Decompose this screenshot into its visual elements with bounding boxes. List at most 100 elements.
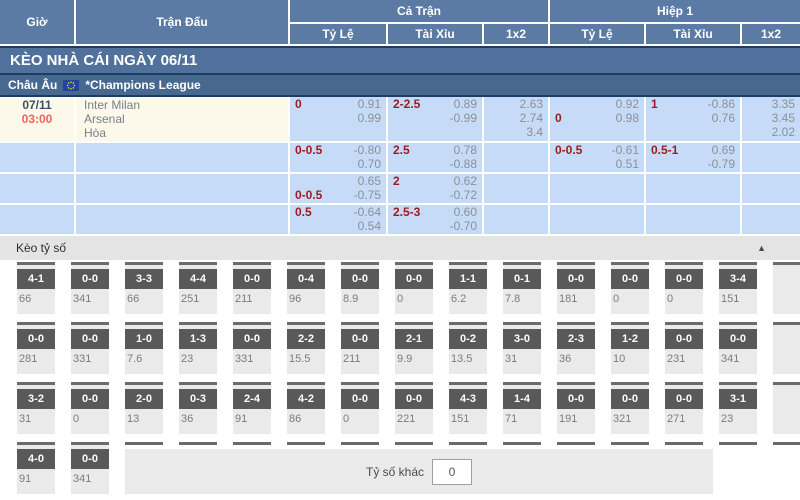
score-cell[interactable]: 0-0331 (233, 322, 271, 374)
score-cell[interactable]: 4-4251 (179, 262, 217, 314)
score-cell[interactable]: 3-031 (503, 322, 541, 374)
cell-top-border (179, 442, 217, 445)
score-odds-value: 0 (665, 289, 703, 305)
score-cell[interactable]: 0-0221 (395, 382, 433, 434)
score-cell[interactable]: 4-091 (17, 442, 55, 494)
score-cell[interactable]: 0-08.9 (341, 262, 379, 314)
odds-cell-ft-1x2[interactable]: 2.632.743.4 (484, 97, 548, 141)
odds-cell-h1-handicap[interactable]: 0-0.5-0.610.51 (550, 143, 644, 172)
score-cell[interactable]: 1-323 (179, 322, 217, 374)
score-cell[interactable]: 0-00 (341, 382, 379, 434)
score-cell[interactable]: 0-0321 (611, 382, 649, 434)
cell-top-border (503, 442, 541, 445)
score-cell[interactable]: 0-0211 (341, 322, 379, 374)
score-cell[interactable]: 0-0211 (233, 262, 271, 314)
score-cell[interactable]: 0-00 (665, 262, 703, 314)
score-cell[interactable]: 1-16.2 (449, 262, 487, 314)
score-cell[interactable]: 0-0281 (17, 322, 55, 374)
odds-row: 0-0.5-0.800.702.50.78-0.88 0-0.5-0.610.51… (0, 143, 800, 172)
odds-value: 0.60 (454, 205, 477, 219)
score-odds-value: 331 (233, 349, 271, 365)
collapse-arrow-icon[interactable]: ▲ (757, 243, 766, 253)
score-cell[interactable]: 0-496 (287, 262, 325, 314)
score-cell[interactable]: 0-213.5 (449, 322, 487, 374)
odds-cell-ft-handicap[interactable]: 0.650-0.5-0.75 (290, 174, 386, 203)
score-cell[interactable]: 0-0191 (557, 382, 595, 434)
score-odds-value: 66 (125, 289, 163, 305)
score-cell[interactable]: 0-0271 (665, 382, 703, 434)
col-header-match: Trận Đấu (76, 0, 288, 44)
odds-cell-ft-handicap[interactable]: 00.910.99 (290, 97, 386, 141)
odds-cell-h1-handicap (550, 205, 644, 234)
cell-top-border (665, 442, 703, 445)
score-odds-value: 231 (665, 349, 703, 365)
score-cell[interactable]: 0-0331 (71, 322, 109, 374)
cell-top-border (557, 382, 595, 385)
score-label: 2-4 (233, 389, 271, 409)
score-cell[interactable]: 0-00 (611, 262, 649, 314)
odds-line: 2.5-30.60 (388, 205, 482, 219)
score-cell[interactable]: 0-0231 (665, 322, 703, 374)
odds-cell-h1-handicap[interactable]: 0.9200.98 (550, 97, 644, 141)
score-cell[interactable]: 4-3151 (449, 382, 487, 434)
odds-cell-ft-overunder[interactable]: 2-2.50.89-0.99 (388, 97, 482, 141)
score-odds-value: 31 (503, 349, 541, 365)
score-label: 0-4 (287, 269, 325, 289)
score-cell[interactable]: 0-17.8 (503, 262, 541, 314)
score-label: 0-0 (557, 389, 595, 409)
score-label: 1-0 (125, 329, 163, 349)
score-cell[interactable]: 2-336 (557, 322, 595, 374)
other-score-input[interactable]: 0 (432, 459, 472, 485)
cell-top-border (233, 262, 271, 265)
odds-cell-ft-handicap[interactable]: 0.5-0.640.54 (290, 205, 386, 234)
odds-cell-ft-overunder[interactable]: 2.50.78-0.88 (388, 143, 482, 172)
odds-cell-h1-1x2[interactable]: 3.353.452.02 (742, 97, 800, 141)
score-cell[interactable]: 0-0341 (71, 262, 109, 314)
score-cell[interactable]: 0-0181 (557, 262, 595, 314)
odds-cell-ft-handicap[interactable]: 0-0.5-0.800.70 (290, 143, 386, 172)
odds-value: -0.70 (450, 219, 477, 233)
score-cell[interactable]: 4-166 (17, 262, 55, 314)
match-teams-cell (76, 174, 288, 203)
score-label: 2-3 (557, 329, 595, 349)
cell-top-border (341, 382, 379, 385)
odds-line: 00.98 (550, 111, 644, 125)
score-cell[interactable]: 1-471 (503, 382, 541, 434)
odds-line: 3.35 (742, 97, 800, 111)
score-cell[interactable]: 3-4151 (719, 262, 757, 314)
score-cell[interactable]: 3-366 (125, 262, 163, 314)
score-odds-value: 8.9 (341, 289, 379, 305)
col-header-h1-handicap: Tỷ Lệ (550, 24, 644, 44)
score-cell[interactable]: 0-00 (71, 382, 109, 434)
score-cell[interactable]: 0-336 (179, 382, 217, 434)
score-cell[interactable]: 4-286 (287, 382, 325, 434)
cell-top-border (557, 262, 595, 265)
score-cell[interactable]: 3-231 (17, 382, 55, 434)
score-cell[interactable]: 2-19.9 (395, 322, 433, 374)
odds-table-header: Giờ Trận Đấu Cả Trận Hiệp 1 Tỷ Lệ Tài Xỉ… (0, 0, 800, 44)
odds-line: 0.92 (550, 97, 644, 111)
odds-cell-ft-overunder[interactable]: 20.62-0.72 (388, 174, 482, 203)
col-header-ft-handicap: Tỷ Lệ (290, 24, 386, 44)
score-label: 0-0 (719, 329, 757, 349)
score-cell[interactable]: 2-013 (125, 382, 163, 434)
other-score-control: Tỷ số khác0 (125, 449, 713, 494)
odds-cell-h1-overunder[interactable]: 0.5-10.69-0.79 (646, 143, 740, 172)
score-cell[interactable]: 3-123 (719, 382, 757, 434)
score-cell[interactable]: 0-00 (395, 262, 433, 314)
score-cell[interactable]: 2-491 (233, 382, 271, 434)
score-odds-value: 36 (557, 349, 595, 365)
score-cell[interactable]: 0-0341 (719, 322, 757, 374)
score-cell[interactable]: 2-215.5 (287, 322, 325, 374)
match-teams-cell[interactable]: Inter MilanArsenalHòa (76, 97, 288, 141)
odds-cell-h1-overunder[interactable]: 1-0.860.76 (646, 97, 740, 141)
odds-cell-ft-overunder[interactable]: 2.5-30.60-0.70 (388, 205, 482, 234)
match-teams-cell (76, 205, 288, 234)
league-header[interactable]: Châu Âu *Champions League (0, 75, 800, 95)
score-cell[interactable]: 1-210 (611, 322, 649, 374)
match-time: 03:00 (0, 112, 74, 126)
score-label: 1-4 (503, 389, 541, 409)
handicap-label: 0.5-1 (651, 143, 678, 157)
score-cell[interactable]: 1-07.6 (125, 322, 163, 374)
score-cell[interactable]: 0-0341 (71, 442, 109, 494)
